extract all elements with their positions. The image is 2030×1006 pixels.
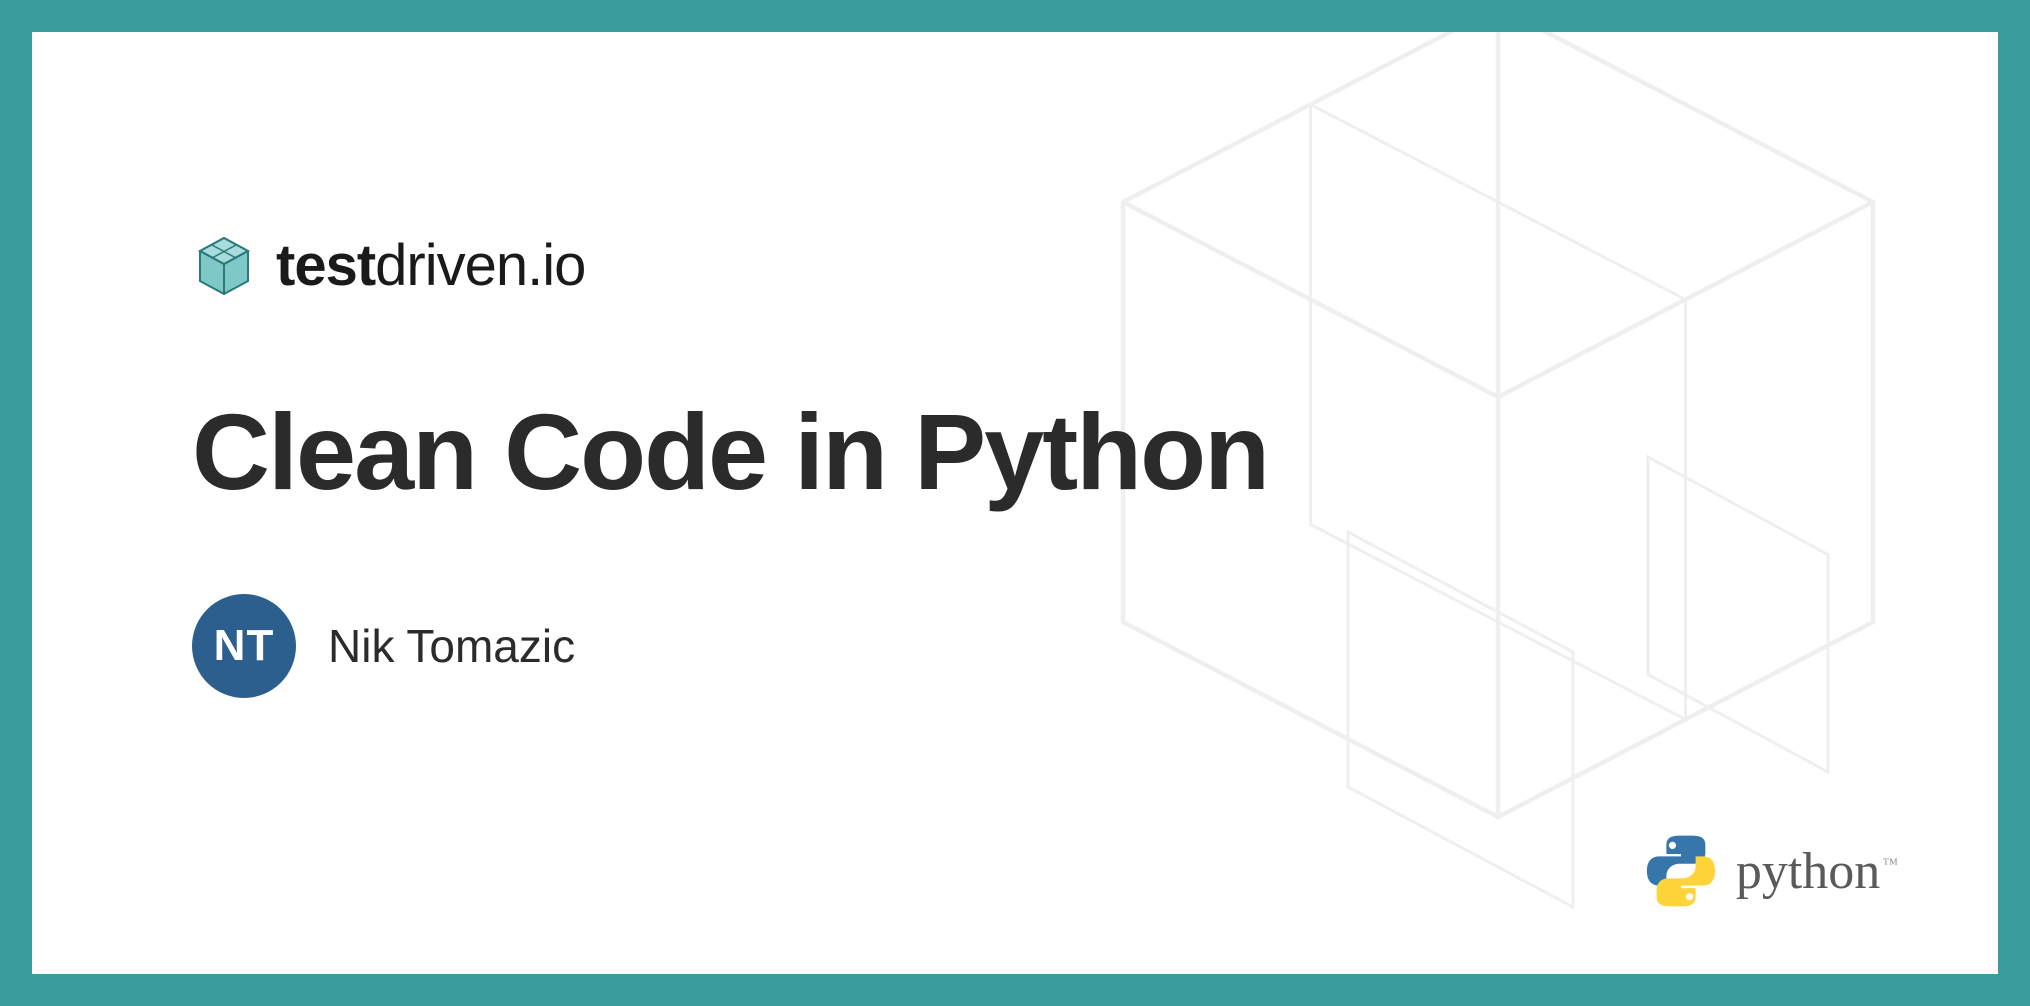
python-language-badge: python™	[1642, 832, 1898, 910]
testdriven-cube-icon	[192, 234, 256, 298]
author-name: Nik Tomazic	[328, 619, 575, 673]
author-info: NT Nik Tomazic	[192, 594, 1998, 698]
logo-text-regular: driven.io	[375, 233, 585, 298]
logo-text-bold: test	[276, 233, 375, 298]
site-logo: testdriven.io	[192, 232, 1998, 299]
python-label: python	[1736, 843, 1880, 900]
main-content: testdriven.io Clean Code in Python NT Ni…	[32, 32, 1998, 698]
python-trademark: ™	[1882, 856, 1898, 873]
python-badge-text: python™	[1736, 842, 1898, 901]
author-avatar: NT	[192, 594, 296, 698]
article-title: Clean Code in Python	[192, 389, 1998, 514]
python-logo-icon	[1642, 832, 1720, 910]
site-logo-text: testdriven.io	[276, 232, 585, 299]
content-card: testdriven.io Clean Code in Python NT Ni…	[32, 32, 1998, 974]
